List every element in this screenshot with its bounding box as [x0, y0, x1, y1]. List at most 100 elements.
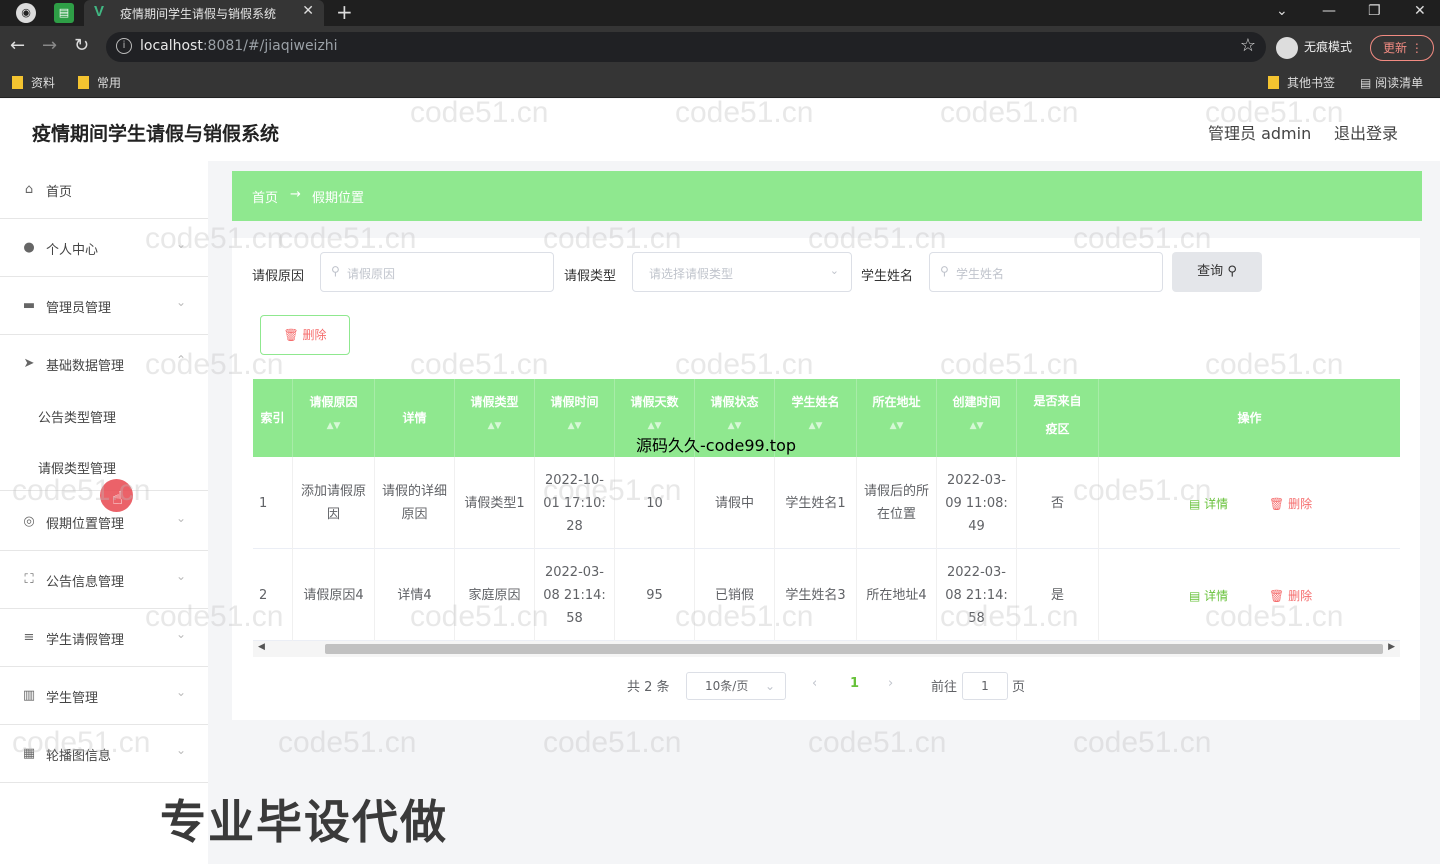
browser-tabbar: ◉ ▤ V 疫情期间学生请假与销假系统 ✕ + ⌄ — ❐ ✕ — [0, 0, 1440, 26]
breadcrumb-home[interactable]: 首页 — [252, 187, 278, 206]
tab-search-icon[interactable]: ⌄ — [1276, 0, 1288, 22]
close-tab-icon[interactable]: ✕ — [302, 3, 314, 19]
bookmark-folder[interactable]: 其他书签 — [1268, 74, 1335, 91]
sort-icon[interactable]: ▲▼ — [293, 421, 374, 431]
watermark: code51.cn — [940, 600, 1079, 633]
next-page-icon[interactable]: › — [888, 676, 893, 691]
sidebar-item-home[interactable]: ⌂ 首页 — [0, 161, 208, 219]
forward-icon[interactable]: → — [42, 36, 57, 56]
column-header-label: 请假天数 — [630, 395, 679, 409]
sort-icon[interactable]: ▲▼ — [775, 421, 856, 431]
prev-page-icon[interactable]: ‹ — [812, 676, 817, 691]
tab-title: 疫情期间学生请假与销假系统 — [120, 7, 277, 21]
cell-student-name: 学生姓名1 — [775, 457, 857, 549]
goto-page-input[interactable]: 1 — [962, 672, 1008, 700]
sort-icon[interactable]: ▲▼ — [695, 421, 774, 431]
page-size-select[interactable]: 10条/页 ⌄ — [686, 672, 786, 700]
horizontal-scrollbar[interactable]: ◀ ▶ — [253, 641, 1400, 657]
column-header[interactable]: 请假原因 ▲▼ — [293, 379, 375, 457]
watermark: code51.cn — [940, 96, 1079, 129]
sidebar-subitem-notice-type[interactable]: 公告类型管理 — [38, 407, 116, 426]
url-field[interactable]: i localhost:8081/#/jiaqiweizhi ☆ — [106, 32, 1266, 62]
delete-label: 删除 — [302, 328, 327, 342]
watermark: code51.cn — [410, 96, 549, 129]
column-header[interactable]: 索引 — [253, 379, 293, 457]
restore-icon[interactable]: ❐ — [1368, 0, 1381, 22]
bookmarks-bar: 资料 常用 其他书签 ▤ 阅读清单 — [0, 68, 1440, 98]
incognito-indicator[interactable]: 无痕模式 — [1276, 34, 1352, 60]
watermark: code51.cn — [1073, 474, 1212, 507]
scroll-left-icon[interactable]: ◀ — [258, 642, 265, 652]
delete-button[interactable]: 🗑 删除 — [1269, 495, 1312, 512]
scrollbar-thumb[interactable] — [325, 644, 1383, 654]
folder-icon — [12, 76, 23, 89]
bookmark-label: 阅读清单 — [1375, 76, 1424, 90]
column-header[interactable]: 请假时间 ▲▼ — [535, 379, 615, 457]
chevron-down-icon: ⌄ — [176, 743, 187, 757]
page-size-label: 10条/页 — [705, 679, 749, 693]
table-row[interactable]: 1 添加请假原因 请假的详细原因 请假类型1 2022-10-01 17:10:… — [253, 457, 1400, 549]
name-label: 学生姓名 — [861, 269, 914, 284]
sort-icon[interactable]: ▲▼ — [455, 421, 534, 431]
close-window-icon[interactable]: ✕ — [1414, 0, 1426, 22]
column-header[interactable]: 是否来自疫区 — [1017, 379, 1099, 457]
column-header: 操作 — [1099, 379, 1400, 457]
sort-icon[interactable]: ▲▼ — [615, 421, 694, 431]
watermark: code51.cn — [543, 726, 682, 759]
app-tab-icon[interactable]: ▤ — [54, 3, 74, 23]
bookmark-folder[interactable]: 常用 — [78, 74, 121, 91]
column-header[interactable]: 详情 — [375, 379, 455, 457]
bookmark-star-icon[interactable]: ☆ — [1240, 35, 1256, 56]
update-button[interactable]: 更新 ⋮ — [1370, 35, 1434, 61]
fullscreen-icon: ⛶ — [24, 572, 34, 587]
address-bar: ← → ↻ i localhost:8081/#/jiaqiweizhi ☆ 无… — [0, 26, 1440, 68]
name-placeholder: 学生姓名 — [956, 267, 1005, 281]
chevron-down-icon: ⌄ — [764, 679, 775, 693]
sort-icon[interactable]: ▲▼ — [937, 421, 1016, 431]
column-header-label: 操作 — [1237, 411, 1262, 425]
vue-logo-icon: V — [94, 3, 105, 20]
reason-input[interactable]: ⚲ 请假原因 — [320, 252, 554, 292]
incognito-label: 无痕模式 — [1304, 40, 1353, 54]
reason-placeholder: 请假原因 — [347, 267, 396, 281]
watermark: code51.cn — [675, 600, 814, 633]
sort-icon[interactable]: ▲▼ — [535, 421, 614, 431]
reload-icon[interactable]: ↻ — [74, 36, 89, 56]
type-select[interactable]: 请选择请假类型 ⌄ — [632, 252, 852, 292]
query-button[interactable]: 查询 ⚲ — [1172, 252, 1262, 292]
minimize-icon[interactable]: — — [1322, 0, 1336, 22]
search-icon: ⚲ — [1227, 264, 1237, 279]
update-label: 更新 — [1383, 41, 1408, 55]
bookmark-label: 资料 — [31, 76, 56, 90]
column-header[interactable]: 请假类型 ▲▼ — [455, 379, 535, 457]
sidebar-item-students[interactable]: ▥ 学生管理 ⌄ — [0, 667, 208, 725]
info-icon[interactable]: i — [116, 38, 132, 54]
chevron-down-icon: ⌄ — [176, 685, 187, 699]
watermark: code51.cn — [675, 96, 814, 129]
scroll-right-icon[interactable]: ▶ — [1388, 642, 1395, 652]
browser-icon[interactable]: ◉ — [16, 3, 36, 23]
url-host: localhost — [140, 38, 203, 54]
logout-link[interactable]: 退出登录 — [1334, 120, 1398, 144]
sort-icon[interactable]: ▲▼ — [857, 421, 936, 431]
column-header[interactable]: 所在地址 ▲▼ — [857, 379, 937, 457]
home-icon: ⌂ — [24, 182, 34, 197]
back-icon[interactable]: ← — [10, 36, 25, 56]
column-header-label: 详情 — [402, 411, 427, 425]
reading-list[interactable]: ▤ 阅读清单 — [1360, 74, 1423, 91]
name-input[interactable]: ⚲ 学生姓名 — [929, 252, 1163, 292]
page-number[interactable]: 1 — [850, 676, 859, 691]
column-header-label: 所在地址 — [872, 395, 921, 409]
column-header[interactable]: 创建时间 ▲▼ — [937, 379, 1017, 457]
active-tab[interactable]: V 疫情期间学生请假与销假系统 ✕ — [84, 0, 324, 26]
watermark: code51.cn — [145, 348, 284, 381]
watermark: code51.cn — [278, 222, 417, 255]
new-tab-icon[interactable]: + — [336, 0, 353, 24]
cell-reason: 添加请假原因 — [293, 457, 375, 549]
page-unit: 页 — [1012, 680, 1026, 695]
type-placeholder: 请选择请假类型 — [649, 267, 734, 281]
sidebar-item-admins[interactable]: ▬ 管理员管理 ⌄ — [0, 277, 208, 335]
bookmark-folder[interactable]: 资料 — [12, 74, 55, 91]
sidebar-item-label: 公告信息管理 — [46, 575, 125, 590]
column-header-label: 请假状态 — [710, 395, 759, 409]
